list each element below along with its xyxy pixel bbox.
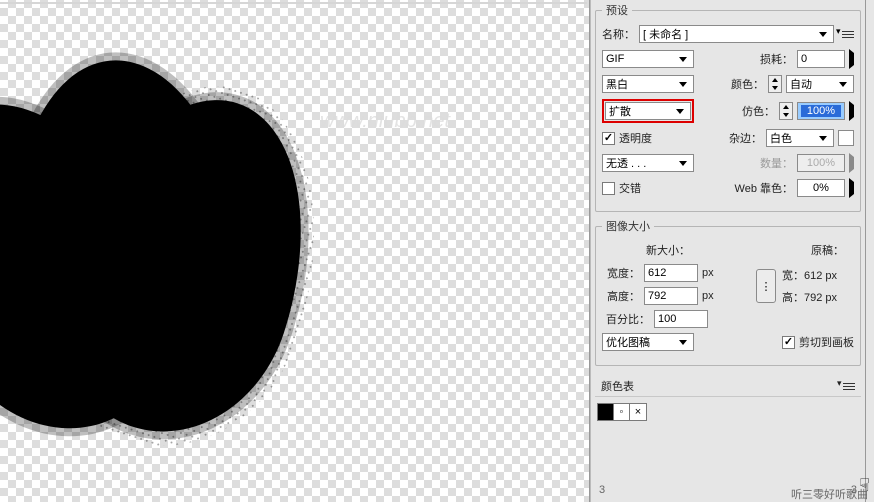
matte-dropdown[interactable]: 白色: [766, 129, 834, 147]
simulate-spinner[interactable]: [779, 102, 793, 120]
simulate-input[interactable]: [797, 102, 845, 120]
notrans-dropdown[interactable]: 无透 . . .: [602, 154, 694, 172]
matte-swatch[interactable]: [838, 130, 854, 146]
right-gutter: [866, 0, 874, 502]
swatch-black[interactable]: [598, 404, 614, 420]
optimize-dropdown[interactable]: 优化图稿: [602, 333, 694, 351]
width-label: 宽度：: [602, 265, 640, 281]
amount-slider-icon: [849, 157, 854, 169]
orig-width: 宽：612 px: [782, 267, 854, 283]
simulate-label: 仿色：: [742, 103, 775, 119]
preset-name-dropdown[interactable]: [ 未命名 ]: [639, 25, 834, 43]
lossy-input[interactable]: [797, 50, 845, 68]
orig-height: 高：792 px: [782, 289, 854, 305]
footer-left: 3: [599, 484, 605, 496]
colortable-title: 颜色表: [601, 378, 634, 394]
colors-label: 颜色：: [731, 76, 764, 92]
width-input[interactable]: [644, 264, 698, 282]
simulate-slider-icon[interactable]: [849, 105, 854, 117]
websnap-slider-icon[interactable]: [849, 182, 854, 194]
color-swatches[interactable]: ◦ ×: [597, 403, 647, 421]
percent-input[interactable]: [654, 310, 708, 328]
side-panel: 预设 名称： [ 未命名 ] GIF 损耗： 黑白 颜色： 自: [590, 0, 866, 502]
amount-input: [797, 154, 845, 172]
newsize-label: 新大小：: [646, 242, 690, 258]
preset-menu-icon[interactable]: [838, 28, 854, 40]
websnap-input[interactable]: [797, 179, 845, 197]
swatch-circle[interactable]: ◦: [614, 404, 630, 420]
transparency-label: 透明度: [619, 130, 652, 146]
matte-label: 杂边：: [729, 130, 762, 146]
colortable-menu-icon[interactable]: [839, 380, 855, 392]
interlace-checkbox[interactable]: [602, 182, 615, 195]
format-dropdown[interactable]: GIF: [602, 50, 694, 68]
interlace-label: 交错: [619, 180, 641, 196]
clip-checkbox[interactable]: [782, 336, 795, 349]
imagesize-group: 图像大小 新大小： 原稿： 宽度： px 高度： px: [595, 218, 861, 366]
clip-label: 剪切到画板: [799, 334, 854, 350]
percent-label: 百分比：: [602, 311, 650, 327]
lossy-label: 损耗：: [760, 51, 793, 67]
presets-legend: 预设: [602, 2, 632, 18]
link-dimensions-button[interactable]: ⋮: [756, 269, 776, 303]
name-label: 名称：: [602, 26, 635, 42]
colors-dropdown[interactable]: 自动: [786, 75, 854, 93]
presets-group: 预设 名称： [ 未命名 ] GIF 损耗： 黑白 颜色： 自: [595, 2, 861, 212]
palette-dropdown[interactable]: 黑白: [602, 75, 694, 93]
transparency-checkbox[interactable]: [602, 132, 615, 145]
cursor-icon: ☟: [859, 475, 870, 496]
colors-spinner[interactable]: [768, 75, 782, 93]
height-label: 高度：: [602, 288, 640, 304]
height-input[interactable]: [644, 287, 698, 305]
orig-label: 原稿：: [811, 242, 844, 258]
dither-highlight: 扩散: [602, 99, 694, 123]
dither-dropdown[interactable]: 扩散: [605, 102, 691, 120]
amount-label: 数量：: [760, 155, 793, 171]
swatch-cross[interactable]: ×: [630, 404, 646, 420]
watermark: www.niubb.net: [320, 110, 450, 133]
websnap-label: Web 靠色：: [735, 180, 793, 196]
colortable-header: 颜色表: [595, 374, 861, 397]
canvas-area[interactable]: www.niubb.net: [0, 0, 590, 502]
imagesize-legend: 图像大小: [602, 218, 654, 234]
lossy-slider-icon[interactable]: [849, 53, 854, 65]
credit-text: 听三零好听歌曲: [791, 486, 868, 502]
